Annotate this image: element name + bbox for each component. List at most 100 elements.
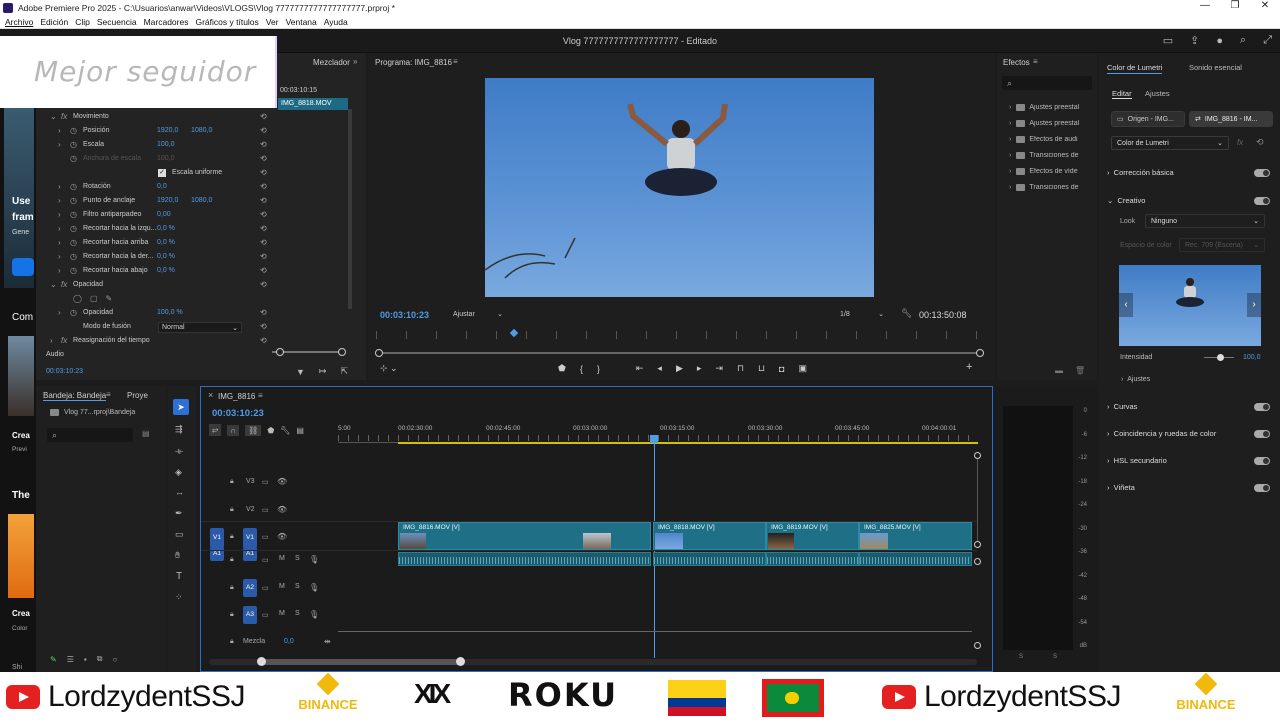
- menu-icon[interactable]: ≡: [106, 390, 111, 399]
- hand-icon[interactable]: ✋︎: [175, 550, 180, 561]
- v-scroll-handle-top[interactable]: [974, 452, 981, 459]
- menu-edicion[interactable]: Edición: [40, 17, 68, 27]
- ec-row[interactable]: › fx Reasignación del tiempo ⟲: [36, 335, 276, 349]
- expand-icon[interactable]: ›: [58, 140, 61, 149]
- audio-track-header[interactable]: 🔒︎ A3 ▭ M S 🎙︎: [201, 606, 337, 624]
- reset-icon[interactable]: ⟲: [260, 224, 267, 233]
- a-scroll-handle-bottom[interactable]: [974, 642, 981, 649]
- program-zoom-bar[interactable]: [378, 352, 982, 354]
- mix-value[interactable]: 0,0: [284, 638, 294, 645]
- reset-icon[interactable]: ⟲: [260, 322, 267, 331]
- ec-value-1[interactable]: 1920,0: [157, 197, 178, 204]
- reset-icon[interactable]: ⟲: [260, 336, 267, 345]
- go-to-end-icon[interactable]: ⇹: [324, 637, 331, 646]
- rect-mask-icon[interactable]: ▢: [90, 294, 98, 303]
- eye-icon[interactable]: 👁︎: [277, 505, 287, 514]
- toggle-hsl[interactable]: [1254, 456, 1270, 465]
- source-clip-button[interactable]: ▭ Origen - IMG...: [1111, 111, 1185, 127]
- track-target[interactable]: V1: [243, 528, 257, 548]
- ec-zoom-handle-right[interactable]: [338, 348, 346, 356]
- program-timecode[interactable]: 00:03:10:23: [380, 310, 429, 320]
- lift-icon[interactable]: ⊓: [737, 363, 744, 374]
- section-correccion-basica[interactable]: › Corrección básica: [1099, 159, 1280, 186]
- sync-lock-icon[interactable]: ▭: [262, 533, 269, 541]
- audio-clip-1[interactable]: [398, 552, 651, 566]
- menu-graficos[interactable]: Gráficos y títulos: [195, 17, 258, 27]
- effects-title[interactable]: Efectos: [1003, 58, 1030, 67]
- menu-ayuda[interactable]: Ayuda: [324, 17, 348, 27]
- step-back-icon[interactable]: ◂: [657, 363, 662, 374]
- ec-row[interactable]: › ◷ Recortar hacia arriba 0,0 % ⟲: [36, 237, 276, 251]
- next-look-icon[interactable]: ›: [1247, 293, 1261, 317]
- lock-icon[interactable]: 🔒︎: [230, 556, 234, 564]
- reset-icon[interactable]: ⟲: [260, 252, 267, 261]
- filter-icon[interactable]: ▼: [296, 367, 305, 377]
- effects-search-input[interactable]: ⌕: [1002, 76, 1092, 90]
- pen-mask-icon[interactable]: ✎: [106, 294, 113, 303]
- toggle-vineta[interactable]: [1254, 483, 1270, 492]
- expand-icon[interactable]: ›: [58, 126, 61, 135]
- new-search-bin-icon[interactable]: ▤: [142, 429, 150, 438]
- export-frame-icon[interactable]: ⇱: [340, 366, 348, 377]
- toggle-curvas[interactable]: [1254, 402, 1270, 411]
- camera-icon[interactable]: ◘: [779, 364, 784, 374]
- reset-icon[interactable]: ⟲: [260, 140, 267, 149]
- stopwatch-icon[interactable]: ◷: [70, 266, 77, 275]
- tab-editar[interactable]: Editar: [1112, 89, 1132, 99]
- effect-select[interactable]: Color de Lumetri ⌄: [1111, 136, 1229, 150]
- ec-row[interactable]: ◷ Anchura de escala 100,0 ⟲: [36, 153, 276, 167]
- download-button[interactable]: [12, 258, 34, 276]
- expand-icon[interactable]: ›: [58, 252, 61, 261]
- lock-icon[interactable]: 🔒︎: [230, 638, 234, 646]
- mark-out-icon[interactable]: }: [597, 364, 600, 374]
- lock-icon[interactable]: 🔒︎: [230, 584, 234, 592]
- expand-icon[interactable]: ⌄: [50, 280, 57, 289]
- reset-icon[interactable]: ⟲: [260, 154, 267, 163]
- effects-folder-item[interactable]: › Efectos de audi: [1009, 131, 1097, 147]
- video-frame[interactable]: [485, 78, 874, 297]
- solo-button[interactable]: S: [295, 583, 300, 590]
- audio-clip-4[interactable]: [859, 552, 972, 566]
- reset-icon[interactable]: ⟲: [260, 112, 267, 121]
- reset-icon[interactable]: ⟲: [260, 182, 267, 191]
- sync-lock-icon[interactable]: ▭: [262, 611, 269, 619]
- settings-wrench-icon[interactable]: 🔧︎: [280, 426, 290, 435]
- ripple-edit-icon[interactable]: ⟛: [175, 446, 183, 457]
- ellipse-mask-icon[interactable]: ◯: [73, 294, 82, 303]
- effects-folder-item[interactable]: › Transiciones de: [1009, 147, 1097, 163]
- expand-icon[interactable]: ›: [58, 308, 61, 317]
- lock-icon[interactable]: 🔒︎: [230, 533, 234, 541]
- ec-scrollbar[interactable]: [348, 109, 352, 309]
- zoom-slider-handle[interactable]: ○: [112, 655, 117, 664]
- go-to-out-icon[interactable]: ⇥: [715, 363, 723, 374]
- reset-icon[interactable]: ⟲: [1256, 137, 1264, 148]
- fx-icon[interactable]: fx: [61, 336, 67, 345]
- tab-lumetri-color[interactable]: Color de Lumetri: [1107, 63, 1163, 74]
- add-marker-icon[interactable]: ⬟: [558, 363, 566, 374]
- ec-row[interactable]: ✓ Escala uniforme ⟲: [36, 167, 276, 181]
- track-target[interactable]: A3: [243, 606, 257, 624]
- ec-row[interactable]: › ◷ Rotación 0,0 ⟲: [36, 181, 276, 195]
- panel-layout-icon[interactable]: ▭: [1163, 34, 1173, 47]
- ec-value-1[interactable]: 100,0: [157, 155, 175, 162]
- go-to-in-icon[interactable]: ⇤: [636, 363, 644, 374]
- ajustes-subsection[interactable]: › Ajustes: [1121, 376, 1150, 383]
- expand-icon[interactable]: ›: [50, 336, 53, 345]
- sync-lock-icon[interactable]: ▭: [262, 478, 269, 486]
- minimize-icon[interactable]: —: [1190, 0, 1220, 11]
- toggle-correccion-basica[interactable]: [1254, 168, 1270, 177]
- bin-search-input[interactable]: ⌕: [47, 428, 133, 442]
- pencil-icon[interactable]: ✎: [50, 655, 57, 664]
- caption-icon[interactable]: ⁘: [175, 592, 183, 603]
- ec-value-1[interactable]: 0,0 %: [157, 239, 175, 246]
- track-select-icon[interactable]: ⇶: [175, 424, 183, 435]
- fx-icon[interactable]: fx: [61, 112, 67, 121]
- linked-selection-icon[interactable]: ⛓︎: [245, 424, 262, 436]
- video-track-header[interactable]: 🔒︎ V3 ▭ 👁︎: [201, 475, 337, 491]
- ec-row[interactable]: › ◷ Recortar hacia la izqu... 0,0 % ⟲: [36, 223, 276, 237]
- step-forward-icon[interactable]: ▸: [697, 363, 702, 374]
- tab-bin[interactable]: Bandeja: Bandeja: [43, 391, 107, 401]
- solo-button[interactable]: S: [295, 555, 300, 562]
- toggle-creativo[interactable]: [1254, 196, 1270, 205]
- microphone-icon[interactable]: 🎙︎: [309, 583, 319, 592]
